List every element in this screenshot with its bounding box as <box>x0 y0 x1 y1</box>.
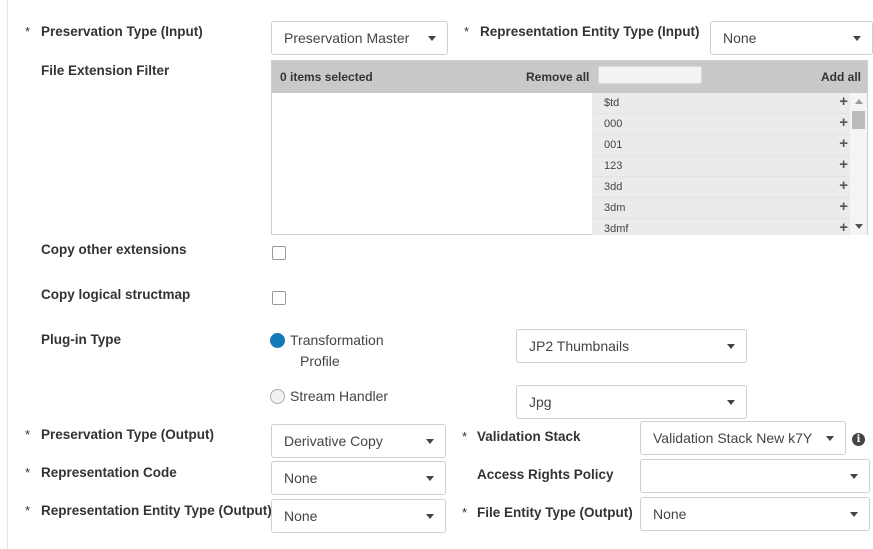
preservation-type-input-select[interactable]: Preservation Master <box>271 21 448 55</box>
scroll-down-icon[interactable] <box>855 224 863 229</box>
chevron-down-icon <box>727 400 735 405</box>
dual-list-header: 0 items selected Remove all Add all <box>272 61 867 93</box>
chevron-down-icon <box>826 436 834 441</box>
representation-entity-type-input-label: Representation Entity Type (Input) <box>480 24 700 39</box>
scrollbar[interactable] <box>850 93 867 235</box>
list-item-label: $td <box>604 97 620 109</box>
plus-icon[interactable]: + <box>839 219 848 235</box>
preservation-type-output-select[interactable]: Derivative Copy <box>271 424 446 458</box>
required-mark: * <box>464 24 470 39</box>
selected-count: 0 items selected <box>280 70 373 84</box>
list-item-label: 123 <box>604 160 623 172</box>
representation-code-value: None <box>284 470 318 486</box>
chevron-down-icon <box>426 439 434 444</box>
stream-handler-radio[interactable] <box>270 389 285 404</box>
list-item[interactable]: 3dd + <box>592 177 850 198</box>
list-item-label: 3dd <box>604 181 623 193</box>
list-item[interactable]: 3dmf + <box>592 219 850 235</box>
required-mark: * <box>25 427 31 442</box>
list-item-label: 000 <box>604 118 623 130</box>
preservation-type-input-value: Preservation Master <box>284 30 410 46</box>
info-icon[interactable]: i <box>852 433 865 446</box>
required-mark: * <box>462 505 468 520</box>
remove-all-button[interactable]: Remove all <box>526 70 589 84</box>
chevron-down-icon <box>850 512 858 517</box>
list-item[interactable]: 001 + <box>592 135 850 156</box>
scroll-up-icon[interactable] <box>855 99 863 104</box>
validation-stack-label: Validation Stack <box>477 429 581 444</box>
plus-icon[interactable]: + <box>839 177 848 194</box>
copy-logical-structmap-label: Copy logical structmap <box>41 287 191 302</box>
access-rights-policy-label: Access Rights Policy <box>477 467 614 482</box>
transformation-profile-value: JP2 Thumbnails <box>529 338 630 354</box>
transformation-profile-label-line2[interactable]: Profile <box>300 353 340 369</box>
available-items-list[interactable]: $td + 000 + 001 + 123 + 3dd + 3dm + 3dmf + <box>592 93 867 235</box>
plus-icon[interactable]: + <box>839 114 848 131</box>
preservation-type-output-label: Preservation Type (Output) <box>41 427 215 442</box>
list-item-label: 3dmf <box>604 223 629 235</box>
required-mark: * <box>25 465 31 480</box>
plus-icon[interactable]: + <box>839 156 848 173</box>
file-extension-filter-label: File Extension Filter <box>41 63 170 78</box>
copy-other-extensions-checkbox[interactable] <box>272 246 286 260</box>
stream-handler-select[interactable]: Jpg <box>516 385 747 419</box>
plus-icon[interactable]: + <box>839 198 848 215</box>
scrollbar-thumb[interactable] <box>852 111 865 129</box>
list-item[interactable]: 123 + <box>592 156 850 177</box>
stream-handler-label[interactable]: Stream Handler <box>290 388 388 404</box>
access-rights-policy-select[interactable] <box>640 459 870 493</box>
file-entity-type-output-select[interactable]: None <box>640 497 870 531</box>
stream-handler-value: Jpg <box>529 394 552 410</box>
required-mark: * <box>462 429 468 444</box>
list-item[interactable]: $td + <box>592 93 850 114</box>
chevron-down-icon <box>727 344 735 349</box>
file-entity-type-output-label: File Entity Type (Output) <box>477 505 633 520</box>
chevron-down-icon <box>426 514 434 519</box>
representation-entity-type-output-value: None <box>284 508 318 524</box>
selected-items-list[interactable] <box>272 93 592 235</box>
representation-entity-type-input-select[interactable]: None <box>710 21 873 55</box>
preservation-type-output-value: Derivative Copy <box>284 433 383 449</box>
available-filter-input[interactable] <box>598 66 702 84</box>
list-item[interactable]: 000 + <box>592 114 850 135</box>
validation-stack-value: Validation Stack New k7Y <box>653 430 813 446</box>
file-extension-dual-list: 0 items selected Remove all Add all $td +… <box>271 60 868 235</box>
copy-logical-structmap-checkbox[interactable] <box>272 291 286 305</box>
left-divider <box>7 0 8 549</box>
copy-other-extensions-label: Copy other extensions <box>41 242 187 257</box>
list-item-label: 3dm <box>604 202 626 214</box>
transformation-profile-radio[interactable] <box>270 333 285 348</box>
representation-code-select[interactable]: None <box>271 461 446 495</box>
transformation-profile-select[interactable]: JP2 Thumbnails <box>516 329 747 363</box>
chevron-down-icon <box>426 476 434 481</box>
list-item[interactable]: 3dm + <box>592 198 850 219</box>
file-entity-type-output-value: None <box>653 506 687 522</box>
list-item-label: 001 <box>604 139 623 151</box>
chevron-down-icon <box>853 36 861 41</box>
representation-entity-type-input-value: None <box>723 30 757 46</box>
preservation-type-input-label: Preservation Type (Input) <box>41 24 203 39</box>
required-mark: * <box>25 24 31 39</box>
plugin-type-label: Plug-in Type <box>41 332 121 347</box>
transformation-profile-label[interactable]: Transformation <box>290 332 384 348</box>
validation-stack-select[interactable]: Validation Stack New k7Y <box>640 421 846 455</box>
add-all-button[interactable]: Add all <box>821 70 861 84</box>
chevron-down-icon <box>850 474 858 479</box>
representation-entity-type-output-label: Representation Entity Type (Output) <box>41 503 272 518</box>
plus-icon[interactable]: + <box>839 135 848 152</box>
representation-code-label: Representation Code <box>41 465 177 480</box>
representation-entity-type-output-select[interactable]: None <box>271 499 446 533</box>
chevron-down-icon <box>428 36 436 41</box>
plus-icon[interactable]: + <box>839 93 848 110</box>
required-mark: * <box>25 503 31 518</box>
